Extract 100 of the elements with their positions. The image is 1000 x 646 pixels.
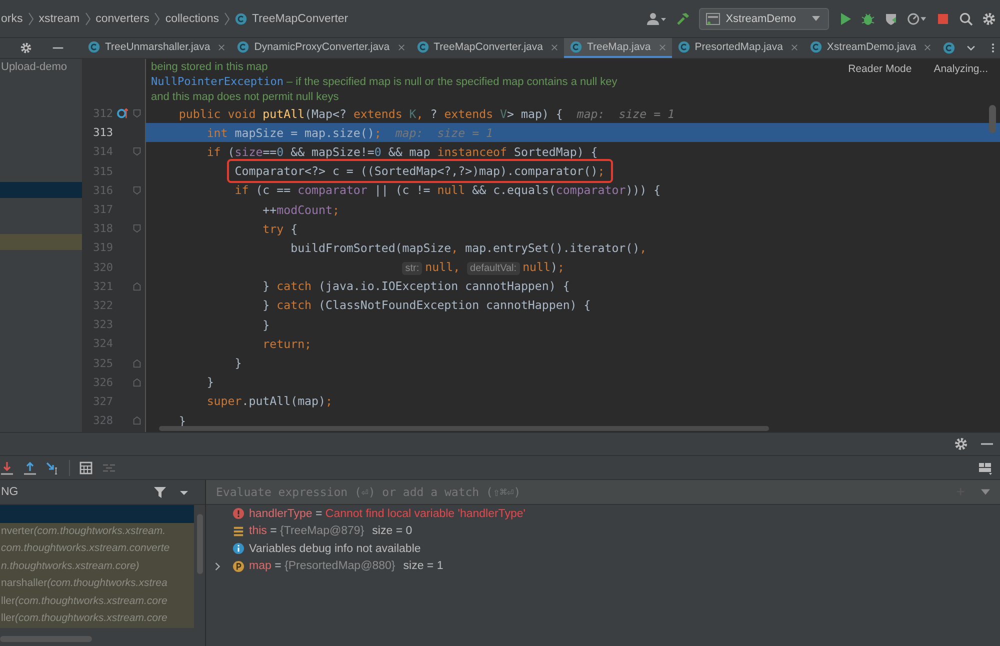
fold-icon[interactable] bbox=[133, 108, 141, 120]
breadcrumb-item[interactable]: collections bbox=[165, 12, 220, 24]
code-line: if (c == comparator || (c != null && c.equals(comparator))) { bbox=[234, 183, 661, 198]
fold-icon[interactable] bbox=[133, 184, 141, 196]
class-icon bbox=[88, 41, 100, 53]
file-tab[interactable]: DynamicProxyConverter.java bbox=[231, 38, 411, 58]
code-line: super.putAll(map); bbox=[206, 394, 332, 408]
javadoc-line: and this map does not permit null keys bbox=[150, 90, 339, 102]
fold-icon[interactable] bbox=[133, 415, 141, 426]
settings-icon[interactable] bbox=[20, 42, 32, 54]
chevron-icon bbox=[28, 12, 34, 26]
hammer-icon[interactable] bbox=[676, 12, 690, 26]
scrollbar[interactable] bbox=[989, 105, 996, 133]
code-line: public void putAll(Map<? extends K, ? extends V> map) { map: size = 1 bbox=[178, 106, 675, 121]
code-line: buildFromSorted(mapSize, map.entrySet().iterator(), bbox=[290, 240, 647, 255]
code-line: } catch (java.io.IOException cannotHappen) { bbox=[262, 279, 570, 294]
class-icon bbox=[416, 41, 429, 53]
tab-label: DynamicProxyConverter.java bbox=[254, 41, 390, 53]
analysis-status: Analyzing... bbox=[934, 63, 988, 75]
step-into-icon[interactable] bbox=[0, 460, 14, 474]
settings-icon[interactable] bbox=[954, 437, 968, 451]
dropdown-icon[interactable] bbox=[981, 489, 990, 495]
search-icon[interactable] bbox=[959, 12, 973, 26]
close-icon[interactable] bbox=[658, 44, 666, 50]
code-line: int mapSize = map.size(); map: size = 1 bbox=[206, 126, 494, 140]
class-icon bbox=[678, 41, 690, 53]
class-icon bbox=[237, 41, 250, 53]
gauge-icon[interactable] bbox=[907, 12, 927, 26]
breadcrumb-item[interactable]: TreeMapConverter bbox=[252, 12, 348, 24]
fold-icon[interactable] bbox=[133, 376, 141, 388]
configuration-name: XstreamDemo bbox=[726, 12, 796, 24]
fold-icon[interactable] bbox=[133, 223, 141, 234]
code-line: } bbox=[206, 375, 214, 390]
javadoc-line: NullPointerException – if the specified map is null or the specified map contains a null key bbox=[150, 75, 618, 88]
code-line: return; bbox=[262, 336, 312, 351]
variable-entry[interactable]: handlerType = Cannot find local variable 'handlerType' bbox=[249, 508, 526, 520]
breadcrumb-item[interactable]: converters bbox=[96, 12, 150, 24]
user-icon[interactable] bbox=[646, 12, 667, 26]
breadcrumb-item[interactable]: orks bbox=[1, 12, 23, 24]
scrollbar[interactable] bbox=[159, 426, 769, 431]
variable-entry[interactable]: this = {TreeMap@879} size = 0 bbox=[249, 525, 412, 538]
class-icon bbox=[570, 41, 582, 53]
line-number: 313 bbox=[92, 126, 113, 140]
tab-label: TreeUnmarshaller.java bbox=[105, 41, 210, 53]
file-tab[interactable]: PresortedMap.java bbox=[672, 38, 804, 58]
run-to-cursor-icon[interactable] bbox=[46, 460, 60, 474]
class-icon bbox=[810, 41, 822, 53]
project-name[interactable]: Upload-demo bbox=[1, 61, 68, 73]
configuration-icon bbox=[706, 12, 720, 24]
caret-icon bbox=[812, 16, 820, 21]
code-line: try { bbox=[262, 222, 298, 236]
close-icon[interactable] bbox=[398, 44, 405, 50]
chevron-icon bbox=[154, 12, 160, 26]
file-tab[interactable]: TreeMap.java bbox=[564, 38, 672, 58]
field-icon bbox=[233, 526, 244, 537]
javadoc-line: being stored in this map bbox=[150, 60, 268, 72]
thread-selector[interactable]: NG bbox=[0, 486, 143, 498]
code-line: } bbox=[262, 318, 270, 332]
info-message: Variables debug info not available bbox=[249, 542, 421, 555]
settings-icon[interactable] bbox=[982, 12, 996, 26]
tab-label: XstreamDemo.java bbox=[826, 41, 916, 53]
calculator-icon[interactable] bbox=[79, 460, 93, 474]
class-icon bbox=[235, 12, 248, 24]
fold-icon[interactable] bbox=[133, 146, 141, 158]
breadcrumb-item[interactable]: xstream bbox=[38, 12, 80, 24]
reader-mode-link[interactable]: Reader Mode bbox=[848, 63, 912, 75]
file-tab[interactable]: TreeMapConverter.java bbox=[410, 38, 564, 58]
code-line: if (size==0 && mapSize!=0 && map instanceof SortedMap) { bbox=[206, 144, 598, 159]
close-icon[interactable] bbox=[790, 44, 798, 50]
chevron-icon bbox=[224, 12, 230, 26]
code-line: str: null, defaultVal: null); bbox=[402, 260, 564, 274]
stop-icon[interactable] bbox=[936, 12, 950, 26]
layout-icon[interactable] bbox=[978, 460, 992, 474]
tab-label: PresortedMap.java bbox=[694, 41, 783, 53]
code-line: } bbox=[234, 356, 242, 370]
chevron-icon bbox=[84, 12, 91, 26]
bug-icon[interactable] bbox=[861, 12, 875, 26]
run-configuration-dropdown[interactable]: XstreamDemo bbox=[698, 8, 829, 30]
fold-icon[interactable] bbox=[133, 280, 141, 292]
fold-icon[interactable] bbox=[133, 358, 141, 369]
shield-icon[interactable] bbox=[884, 12, 898, 26]
file-tab[interactable]: XstreamDemo.java bbox=[804, 38, 938, 58]
parameter-icon bbox=[233, 560, 244, 572]
tab-label: TreeMapConverter.java bbox=[434, 41, 543, 53]
class-icon[interactable] bbox=[943, 42, 956, 54]
code-line: ++modCount; bbox=[262, 202, 340, 217]
scrollbar[interactable] bbox=[197, 514, 203, 574]
variable-entry[interactable]: map = {PresortedMap@880} size = 1 bbox=[249, 560, 444, 572]
close-icon[interactable] bbox=[550, 44, 558, 50]
step-out-icon[interactable] bbox=[23, 460, 37, 474]
error-icon bbox=[233, 508, 244, 520]
close-icon[interactable] bbox=[924, 44, 932, 50]
override-icon[interactable] bbox=[116, 108, 128, 120]
file-tab[interactable]: TreeUnmarshaller.java bbox=[82, 38, 232, 58]
scrollbar[interactable] bbox=[0, 636, 92, 642]
filter-icon[interactable] bbox=[153, 485, 167, 499]
run-icon[interactable] bbox=[838, 12, 852, 26]
close-icon[interactable] bbox=[218, 44, 226, 50]
code-line: } catch (ClassNotFoundException cannotHappen) { bbox=[262, 298, 591, 312]
info-icon bbox=[233, 543, 244, 554]
